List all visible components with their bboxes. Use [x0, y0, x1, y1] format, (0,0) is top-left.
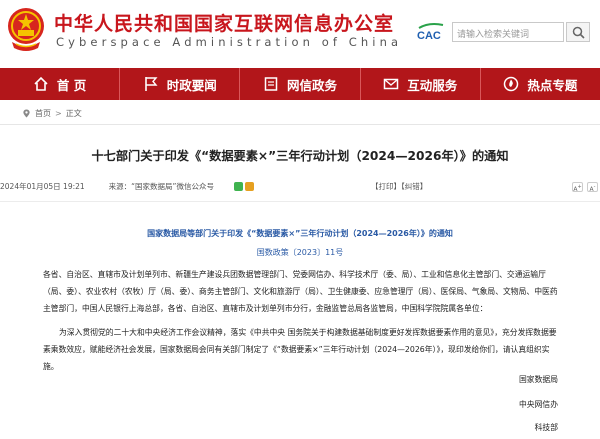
breadcrumb-divider: [0, 124, 600, 125]
article-date: 2024年01月05日 19:21: [0, 182, 85, 191]
nav-item-label: 热点专题: [527, 77, 578, 93]
main-nav: 首 页 时政要闻 网信政务 互动服务 热点专题: [0, 68, 600, 100]
article-source: 来源：“国家数据局”微信公众号: [108, 182, 214, 191]
document-icon: [264, 77, 278, 91]
breadcrumb-home[interactable]: 首页: [35, 108, 51, 119]
document-number: 国数政策〔2023〕11号: [256, 248, 344, 257]
national-emblem-icon[interactable]: [6, 6, 46, 54]
mail-icon: [383, 78, 399, 90]
breadcrumb: 首页 > 正文: [22, 108, 82, 119]
site-subtitle: Cyberspace Administration of China: [56, 35, 403, 49]
search-icon: [572, 26, 585, 39]
article-paragraph: 为深入贯彻党的二十大和中央经济工作会议精神，落实《中共中央 国务院关于构建数据基…: [43, 328, 557, 371]
home-icon: [34, 76, 48, 91]
article-meta: 2024年01月05日 19:21 来源：“国家数据局”微信公众号: [0, 181, 254, 192]
article-paragraph: 各省、自治区、直辖市及计划单列市、新疆生产建设兵团数据管理部门、党委网信办、科学…: [43, 270, 558, 313]
meta-divider: [0, 201, 600, 202]
search-input[interactable]: 请输入检索关键词: [452, 22, 564, 42]
nav-item-service[interactable]: 互动服务: [361, 68, 481, 100]
correct-button[interactable]: 【纠错】: [401, 182, 427, 191]
signature-line: 中央网信办: [519, 400, 558, 409]
cac-logo-icon[interactable]: CAC: [415, 22, 449, 42]
search-button[interactable]: [566, 22, 590, 42]
wechat-share-icon[interactable]: [233, 182, 243, 191]
site-title[interactable]: 中华人民共和国国家互联网信息办公室: [54, 9, 394, 36]
breadcrumb-separator: >: [55, 109, 62, 118]
print-button[interactable]: 【打印】: [371, 182, 401, 191]
nav-item-label: 互动服务: [407, 77, 458, 93]
article-title: 十七部门关于印发《“数据要素×”三年行动计划（2024—2026年）》的通知: [91, 149, 509, 163]
cac-logo-text: CAC: [417, 30, 441, 42]
weibo-share-icon[interactable]: [244, 182, 254, 191]
nav-item-label: 网信政务: [287, 77, 338, 93]
signature-line: 国家数据局: [519, 375, 558, 384]
nav-item-government[interactable]: 网信政务: [240, 68, 361, 100]
site-header: 中华人民共和国国家互联网信息办公室 Cyberspace Administrat…: [0, 0, 600, 66]
location-icon: [23, 109, 30, 118]
nav-item-label: 时政要闻: [166, 77, 217, 93]
nav-item-home[interactable]: 首 页: [0, 68, 121, 100]
share-buttons: [233, 182, 254, 191]
breadcrumb-current: 正文: [65, 109, 82, 118]
nav-item-news[interactable]: 时政要闻: [120, 68, 241, 100]
signature-line: 科技部: [534, 423, 558, 432]
flag-icon: [144, 77, 158, 91]
nav-item-topics[interactable]: 热点专题: [481, 68, 600, 100]
font-increase-button[interactable]: A+: [572, 182, 583, 193]
article-tools: 【打印】【纠错】: [371, 181, 427, 192]
nav-item-label: 首 页: [56, 77, 87, 93]
font-decrease-button[interactable]: A-: [587, 182, 598, 193]
article-subtitle: 国家数据局等部门关于印发《“数据要素×”三年行动计划（2024—2026年）》的…: [147, 229, 453, 238]
hot-icon: [504, 76, 519, 92]
